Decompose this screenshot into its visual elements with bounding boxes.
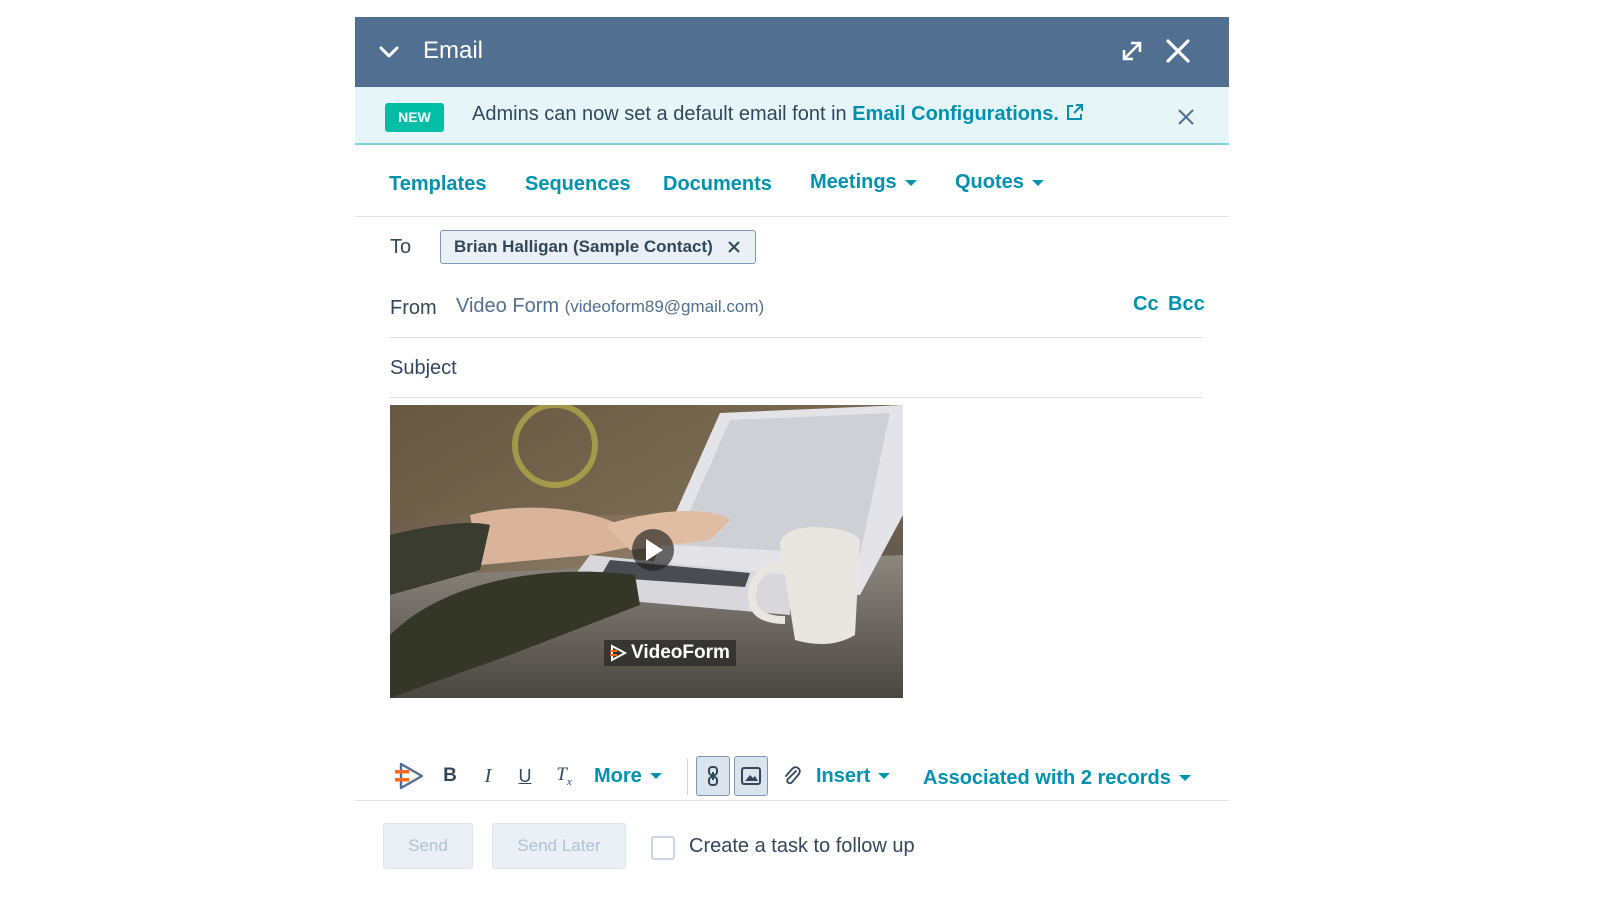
- italic-icon: I: [484, 764, 492, 787]
- underline-button[interactable]: U: [513, 759, 537, 793]
- subject-input[interactable]: [475, 351, 1195, 387]
- clear-format-icon: Tx: [556, 764, 572, 788]
- announcement-banner: NEW Admins can now set a default email f…: [355, 87, 1229, 145]
- tab-sequences[interactable]: Sequences: [525, 173, 631, 196]
- bold-button[interactable]: B: [438, 759, 462, 793]
- attach-button[interactable]: [780, 759, 804, 793]
- subject-label: Subject: [390, 357, 457, 379]
- editor-toolbar: B I U Tx More Insert Associated with 2 r…: [355, 751, 1229, 801]
- tab-quotes-label: Quotes: [955, 171, 1024, 193]
- recipient-name: Brian Halligan (Sample Contact): [454, 237, 713, 256]
- cc-button[interactable]: Cc: [1133, 293, 1159, 316]
- more-dropdown[interactable]: More: [594, 759, 662, 793]
- videoform-logo-icon: [395, 762, 424, 790]
- tab-templates[interactable]: Templates: [389, 173, 486, 196]
- email-configurations-link[interactable]: Email Configurations.: [852, 103, 1059, 125]
- bcc-button[interactable]: Bcc: [1168, 293, 1205, 316]
- banner-text: Admins can now set a default email font …: [472, 103, 853, 125]
- divider: [389, 397, 1203, 398]
- tab-documents[interactable]: Documents: [663, 173, 772, 196]
- link-icon: [708, 766, 718, 786]
- from-address: (videoform89@gmail.com): [564, 297, 765, 316]
- send-button[interactable]: Send: [383, 823, 473, 869]
- italic-button[interactable]: I: [476, 759, 500, 793]
- watermark-text: VideoForm: [631, 642, 730, 663]
- videoform-watermark: VideoForm: [604, 640, 736, 666]
- bold-icon: B: [443, 765, 457, 786]
- caret-down-icon: [1031, 179, 1044, 186]
- send-later-button[interactable]: Send Later: [492, 823, 626, 869]
- caret-down-icon: [904, 179, 917, 186]
- banner-message: Admins can now set a default email font …: [472, 102, 1085, 126]
- tab-meetings[interactable]: Meetings: [810, 171, 917, 194]
- from-name: Video Form: [456, 295, 560, 317]
- toolbar-separator: [687, 759, 688, 795]
- tab-meetings-label: Meetings: [810, 171, 897, 193]
- tab-quotes[interactable]: Quotes: [955, 171, 1044, 194]
- remove-recipient-icon[interactable]: [727, 240, 741, 254]
- expand-icon[interactable]: [1118, 37, 1146, 65]
- banner-close-icon[interactable]: [1176, 107, 1196, 127]
- video-thumbnail[interactable]: VideoForm: [390, 405, 903, 698]
- email-composer: Email NEW Admins can now set a default e…: [355, 17, 1229, 900]
- associated-records-dropdown[interactable]: Associated with 2 records: [923, 761, 1191, 795]
- chevron-down-icon[interactable]: [377, 40, 401, 64]
- follow-up-label[interactable]: Create a task to follow up: [689, 835, 915, 858]
- image-button[interactable]: [734, 756, 768, 796]
- caret-down-icon: [649, 773, 662, 779]
- videoform-logo-icon: [610, 644, 628, 662]
- composer-header: Email: [355, 17, 1229, 87]
- from-sender[interactable]: Video Form (videoform89@gmail.com): [456, 295, 764, 318]
- composer-footer: Send Send Later Create a task to follow …: [355, 802, 1229, 900]
- divider: [389, 337, 1203, 338]
- attachment-icon: [785, 766, 801, 785]
- recipient-chip[interactable]: Brian Halligan (Sample Contact): [440, 230, 756, 264]
- new-badge: NEW: [385, 103, 444, 132]
- associated-label: Associated with 2 records: [923, 766, 1171, 789]
- image-icon: [741, 767, 761, 785]
- follow-up-checkbox[interactable]: [651, 836, 675, 860]
- insert-label: Insert: [816, 764, 871, 787]
- clear-format-button[interactable]: Tx: [551, 759, 577, 793]
- link-button[interactable]: [696, 756, 730, 796]
- close-icon[interactable]: [1163, 36, 1193, 66]
- videoform-button[interactable]: [391, 759, 427, 793]
- external-link-icon[interactable]: [1065, 102, 1085, 122]
- composer-tabs: Templates Sequences Documents Meetings Q…: [355, 145, 1229, 217]
- caret-down-icon: [878, 773, 891, 779]
- underline-icon: U: [518, 765, 532, 786]
- from-label: From: [390, 297, 437, 319]
- to-label: To: [390, 236, 412, 258]
- caret-down-icon: [1178, 775, 1191, 781]
- insert-dropdown[interactable]: Insert: [816, 759, 891, 793]
- composer-title: Email: [423, 37, 484, 64]
- more-label: More: [594, 764, 642, 787]
